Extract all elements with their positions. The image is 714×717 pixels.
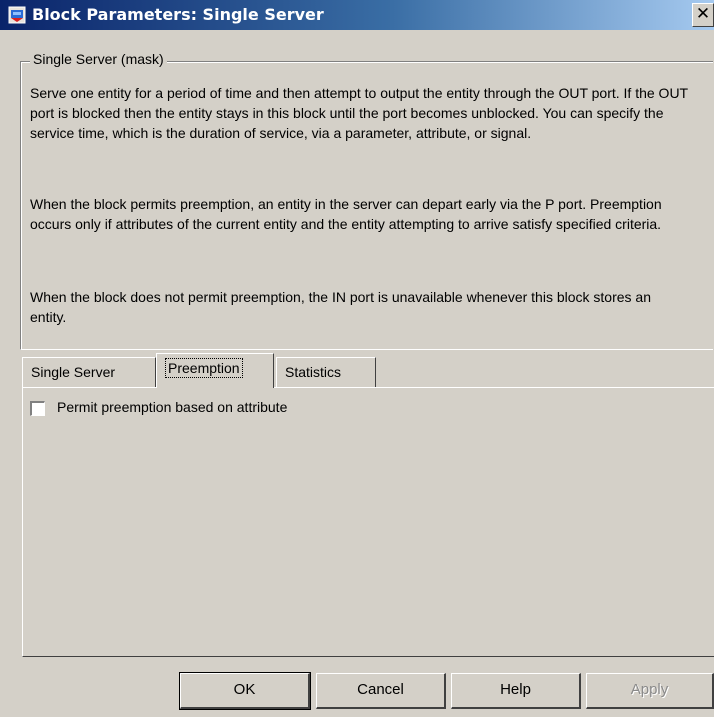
simulink-block-icon bbox=[8, 6, 26, 24]
description-paragraph: When the block does not permit preemptio… bbox=[30, 289, 651, 325]
group-label: Single Server (mask) bbox=[30, 51, 167, 67]
window-title: Block Parameters: Single Server bbox=[32, 5, 324, 24]
ok-button[interactable]: OK bbox=[179, 672, 311, 710]
title-bar: Block Parameters: Single Server ✕ bbox=[0, 0, 714, 30]
tab-label: Statistics bbox=[285, 364, 342, 380]
tab-preemption[interactable]: Preemption bbox=[156, 353, 274, 388]
tab-label: Single Server bbox=[31, 364, 116, 380]
permit-preemption-checkbox[interactable] bbox=[30, 401, 45, 416]
preemption-panel bbox=[22, 387, 714, 657]
close-button[interactable]: ✕ bbox=[692, 3, 714, 27]
permit-preemption-label[interactable]: Permit preemption based on attribute bbox=[57, 399, 287, 415]
close-icon: ✕ bbox=[695, 4, 711, 24]
description-paragraph: When the block permits preemption, an en… bbox=[30, 196, 662, 232]
tab-label: Preemption bbox=[165, 358, 243, 378]
help-button[interactable]: Help bbox=[451, 673, 581, 709]
description-paragraph: Serve one entity for a period of time an… bbox=[30, 85, 688, 141]
tab-single-server[interactable]: Single Server bbox=[22, 357, 156, 387]
cancel-button[interactable]: Cancel bbox=[316, 673, 446, 709]
tab-statistics[interactable]: Statistics bbox=[276, 357, 376, 387]
apply-button[interactable]: Apply bbox=[586, 673, 714, 709]
